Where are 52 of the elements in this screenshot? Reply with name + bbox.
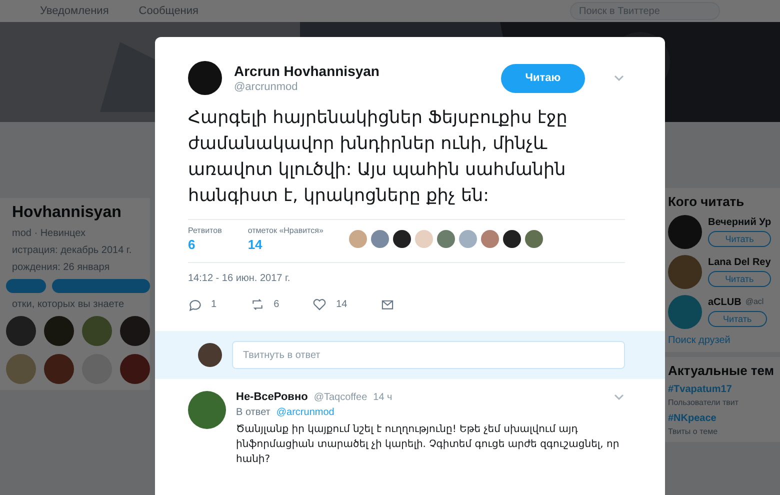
reply-author[interactable]: Не-ВсеРовно — [236, 391, 308, 403]
section-title: Актуальные тем — [668, 363, 775, 378]
trend-note: Пользователи твит — [668, 398, 740, 407]
avatar[interactable] — [503, 230, 522, 248]
account-name[interactable]: Lana Del Rey — [708, 257, 771, 268]
reply-field[interactable]: Твитнуть в ответ — [232, 341, 625, 369]
followers-known-link[interactable]: отки, которых вы знаете — [6, 299, 150, 310]
likes-label: отметок «Нравится» — [248, 226, 324, 235]
trend-link[interactable]: #NKpeace — [668, 413, 780, 424]
section-title: Кого читать — [668, 194, 746, 209]
avatar[interactable] — [188, 61, 222, 95]
like-button[interactable]: 14 — [313, 298, 348, 311]
join-date: истрация: декабрь 2014 г. — [11, 245, 133, 256]
speech-bubble-icon — [188, 298, 201, 311]
nav-link[interactable]: Сообщения — [138, 5, 198, 17]
message-button[interactable] — [52, 279, 150, 293]
avatar[interactable] — [393, 230, 412, 248]
profile-name: Hovhannisyan — [11, 204, 122, 222]
nav-link[interactable]: Уведомления — [40, 5, 109, 17]
reply-button[interactable]: 1 — [188, 298, 217, 311]
tweet-text: Հարգելի հայրենակիցներ Ֆեյսբուքիս էջը ժամանակավոր խնդիրներ ունի, մինչև առավոտ կլուծվի: Այս պահին սահմանին հանգիստ է, կրակոցները քիչ են: — [188, 107, 568, 208]
avatar — [198, 343, 222, 367]
following-button[interactable]: Читаю — [501, 64, 585, 92]
retweet-icon — [250, 298, 264, 311]
heart-icon — [313, 298, 326, 311]
retweets-label: Ретвитов — [188, 226, 222, 235]
author-name[interactable]: Arcrun Hovhannisyan — [234, 63, 489, 79]
account-name[interactable]: aCLUB — [708, 297, 742, 308]
retweet-button[interactable]: 6 — [250, 298, 280, 311]
follow-button[interactable]: Читать — [708, 311, 767, 327]
birthday: рождения: 26 января — [11, 262, 111, 273]
message-button[interactable] — [381, 298, 394, 311]
reply-handle: @Taqcoffee — [314, 392, 368, 402]
account-handle: @acl — [745, 297, 764, 308]
find-friends-link[interactable]: Поиск друзей — [668, 335, 780, 346]
likes-count[interactable]: 14 — [248, 237, 324, 252]
author-handle: @arcrunmod — [234, 81, 299, 93]
avatar[interactable] — [188, 391, 226, 429]
in-reply-label: В ответ — [236, 407, 270, 418]
reply-time: 14 ч — [373, 392, 392, 402]
reply-text: Ծանյլանք իր կայքում նշել է ուղղությունը! Եթե չեմ սխալվում այդ ինֆորմացիան տարածել չի կարելի. Չգիտեմ գուցե արժե զգուշացնել, որ հանի? — [236, 423, 620, 467]
profile-handle: mod · Невинцех — [11, 228, 87, 239]
tweet-date: 14:12 - 16 июн. 2017 г. — [188, 273, 292, 284]
retweets-count[interactable]: 6 — [188, 237, 222, 252]
follow-button[interactable]: Читать — [708, 271, 771, 287]
trend-link[interactable]: #Tvapatum17 — [668, 384, 780, 395]
tweet-button[interactable] — [6, 279, 46, 293]
follow-button[interactable]: Читать — [708, 231, 772, 247]
envelope-icon — [381, 298, 394, 311]
trend-note: Твиты о теме — [668, 427, 719, 436]
account-name[interactable]: Вечерний Ур — [708, 217, 772, 228]
mention-link[interactable]: @arcrunmod — [276, 407, 334, 418]
